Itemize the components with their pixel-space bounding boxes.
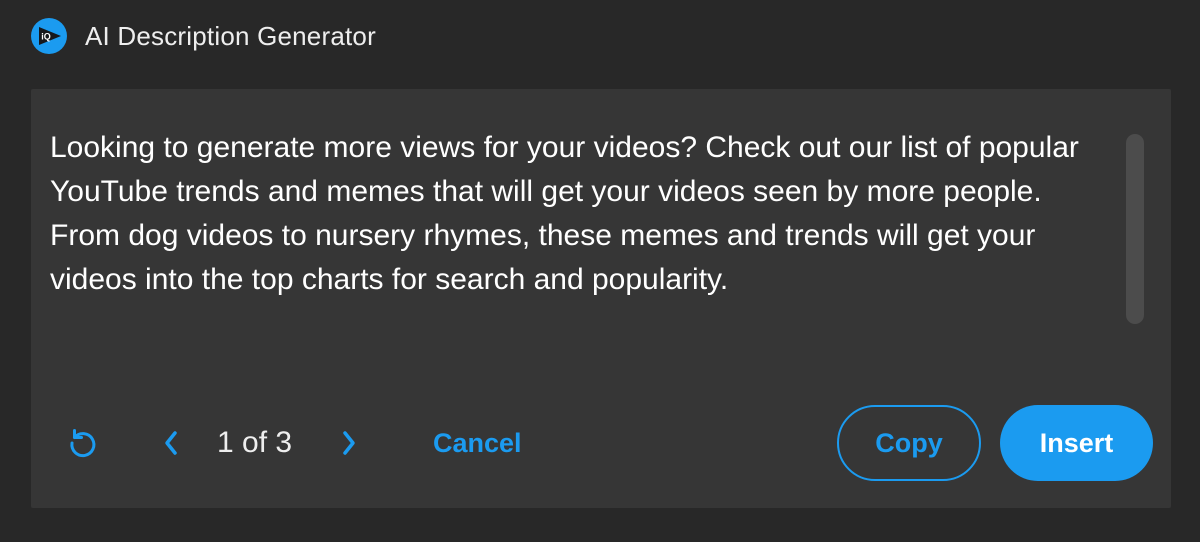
- action-toolbar: 1 of 3 Cancel Copy Insert: [31, 403, 1171, 483]
- header: iQ AI Description Generator: [31, 16, 376, 56]
- copy-button-label: Copy: [875, 427, 943, 458]
- refresh-icon: [70, 429, 96, 458]
- chevron-left-icon: [165, 431, 177, 455]
- insert-button-label: Insert: [1039, 427, 1114, 458]
- previous-button[interactable]: [158, 425, 184, 461]
- cancel-button[interactable]: Cancel: [433, 423, 522, 463]
- copy-button[interactable]: Copy: [837, 405, 981, 481]
- regenerate-button[interactable]: [63, 423, 103, 463]
- generated-description-text: Looking to generate more views for your …: [50, 131, 1079, 296]
- next-button[interactable]: [336, 425, 362, 461]
- insert-button[interactable]: Insert: [1000, 405, 1153, 481]
- vidiq-logo-icon: iQ: [31, 18, 67, 54]
- scrollbar-thumb[interactable]: [1126, 134, 1144, 324]
- page-indicator: 1 of 3: [217, 426, 293, 459]
- description-panel: Looking to generate more views for your …: [31, 89, 1171, 508]
- app-title: AI Description Generator: [85, 20, 376, 51]
- chevron-right-icon: [343, 431, 355, 455]
- svg-text:iQ: iQ: [41, 32, 51, 42]
